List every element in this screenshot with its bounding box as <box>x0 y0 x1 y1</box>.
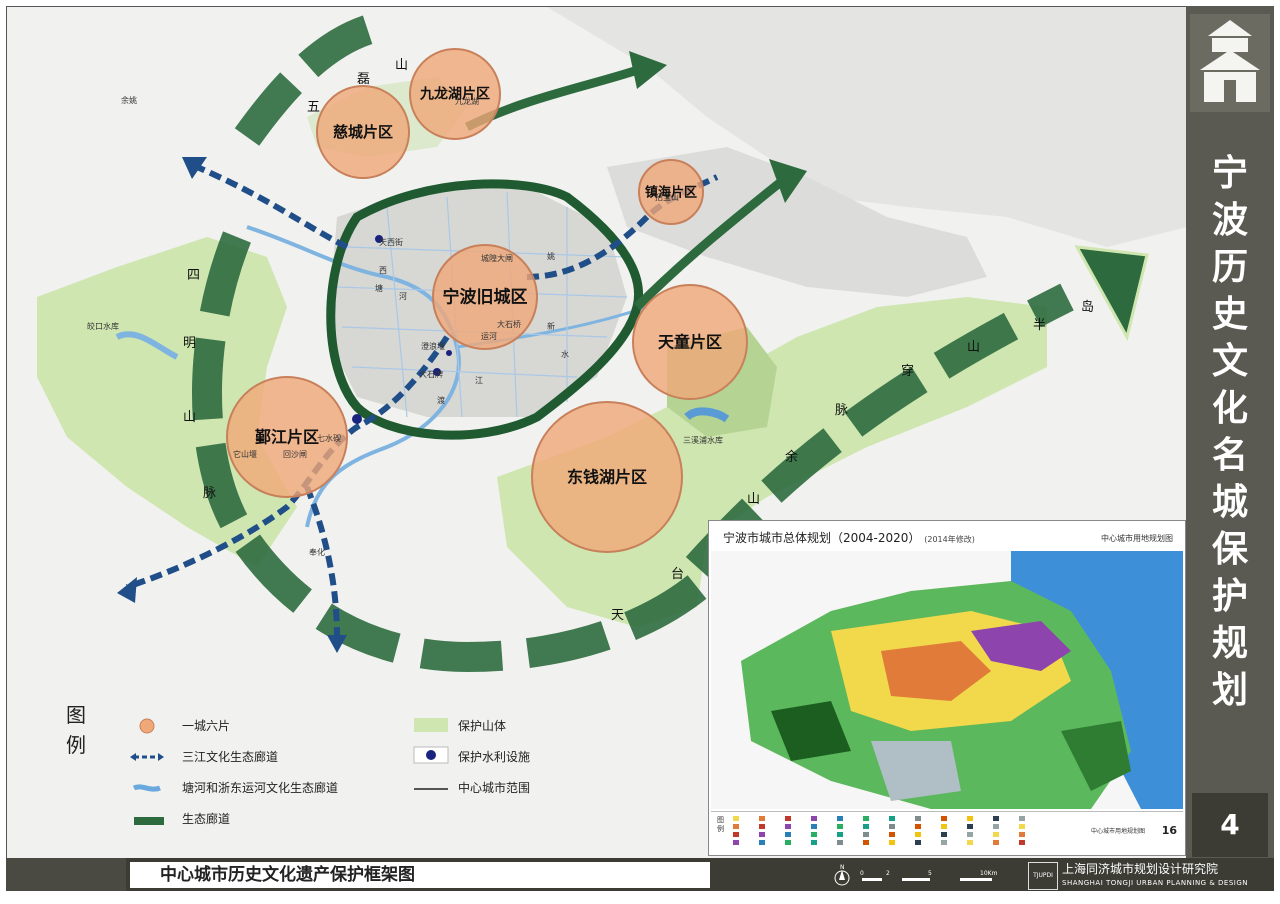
legend-water-dot-icon <box>426 750 436 760</box>
sidebar-title: 宁波历史文化名城保护规划 <box>1211 152 1248 711</box>
inset-right-label: 中心城市用地规划图 <box>1101 534 1173 543</box>
corridor-char: 脉 <box>203 485 216 500</box>
place-xi: 西 <box>379 266 387 275</box>
corridor-char: 天 <box>611 607 624 622</box>
corridor-char: 山 <box>183 409 196 424</box>
corridor-char: 五 <box>307 99 320 114</box>
pagoda-logo-icon <box>1190 14 1270 112</box>
place-dashipai: 大石牌 <box>419 369 443 379</box>
svg-text:N: N <box>840 864 845 871</box>
inset-legend: 图例 中心城市用地规划图 16 <box>711 811 1183 854</box>
inset-title: 宁波市城市总体规划（2004-2020） (2014年修改) <box>723 531 975 545</box>
place-yao: 姚 <box>547 251 555 261</box>
legend-label-water: 保护水利设施 <box>458 750 531 764</box>
legend-river-icon <box>132 784 161 792</box>
legend-label-boundary: 中心城市范围 <box>458 781 531 795</box>
legend-symbols-right <box>413 718 449 790</box>
zone-label: 东钱湖片区 <box>567 467 647 486</box>
legend-circle-icon <box>139 718 155 734</box>
svg-text:2: 2 <box>886 870 890 877</box>
place-tashan: 它山堰 <box>233 449 257 459</box>
place-chenghuang: 城隍大闸 <box>481 253 513 263</box>
corridor-char: 山 <box>967 339 980 354</box>
legend-mountain-icon <box>414 718 448 732</box>
corridor-char: 脉 <box>835 402 848 417</box>
corridor-char: 磊 <box>357 71 370 86</box>
corridor-char: 余 <box>785 449 798 464</box>
place-fenghua: 奉化 <box>309 547 325 557</box>
inset-map-panel: 宁波市城市总体规划（2004-2020） (2014年修改) 中心城市用地规划图… <box>708 520 1186 856</box>
place-sanxipu: 三溪浦水库 <box>683 435 723 445</box>
legend-label-zones: 一城六片 <box>182 719 231 733</box>
place-xin: 新 <box>547 321 555 331</box>
corridor-char: 岛 <box>1081 299 1094 314</box>
page-number: 4 <box>1192 793 1268 857</box>
legend-label-mountain: 保护山体 <box>458 719 507 733</box>
corridor-char: 四 <box>187 267 200 282</box>
zone-label: 宁波旧城区 <box>443 287 528 308</box>
legend-label-canal: 塘河和浙东运河文化生态廊道 <box>182 781 339 795</box>
corridor-char: 明 <box>183 335 196 350</box>
legend-symbols-left <box>130 718 164 825</box>
institute-logo-icon: TJUPDI <box>1028 862 1058 890</box>
legend-green-band-icon <box>134 817 164 825</box>
place-yuyao: 余姚 <box>121 95 137 105</box>
place-tianxijie: 天西街 <box>379 237 403 247</box>
place-yunhe: 运河 <box>481 331 497 341</box>
place-shui: 水 <box>561 349 569 359</box>
corridor-char: 山 <box>747 491 760 506</box>
scale-bar: N 0 2 5 10Km <box>830 864 1010 894</box>
place-jiulonghu: 九龙湖 <box>455 96 479 106</box>
zone-label: 天童片区 <box>658 332 722 351</box>
legend-label-sanjiang: 三江文化生态廊道 <box>182 750 279 764</box>
place-he: 河 <box>399 291 407 301</box>
footer-left-block <box>6 858 126 891</box>
place-tang: 塘 <box>375 283 383 293</box>
place-qishui: 七水碶 <box>317 433 341 443</box>
place-jiang: 江 <box>475 376 483 385</box>
corridor-char: 穿 <box>901 363 914 378</box>
inset-land-use-map <box>711 551 1183 809</box>
place-jiaokou: 皎口水库 <box>87 321 119 331</box>
footer-title: 中心城市历史文化遗产保护框架图 <box>130 862 710 888</box>
institute-name: 上海同济城市规划设计研究院 SHANGHAI TONGJI URBAN PLAN… <box>1062 862 1248 901</box>
place-du: 渡 <box>437 395 445 405</box>
svg-text:5: 5 <box>928 870 932 877</box>
corridor-char: 台 <box>671 566 684 581</box>
place-dashiqiao: 大石桥 <box>497 319 521 329</box>
legend-label-eco: 生态廊道 <box>182 812 231 826</box>
corridor-char: 山 <box>395 57 408 72</box>
legend-title: 图例 <box>66 703 86 757</box>
place-huisha: 回沙闸 <box>283 450 307 459</box>
zone-label: 慈城片区 <box>333 123 393 141</box>
place-zhaobaoshan: 招宝山 <box>655 192 679 202</box>
svg-text:10Km: 10Km <box>980 870 998 877</box>
place-chenglang: 澄浪堰 <box>421 341 445 351</box>
svg-text:0: 0 <box>860 870 864 877</box>
corridor-char: 半 <box>1033 317 1046 332</box>
zone-label: 鄞江片区 <box>255 427 319 446</box>
